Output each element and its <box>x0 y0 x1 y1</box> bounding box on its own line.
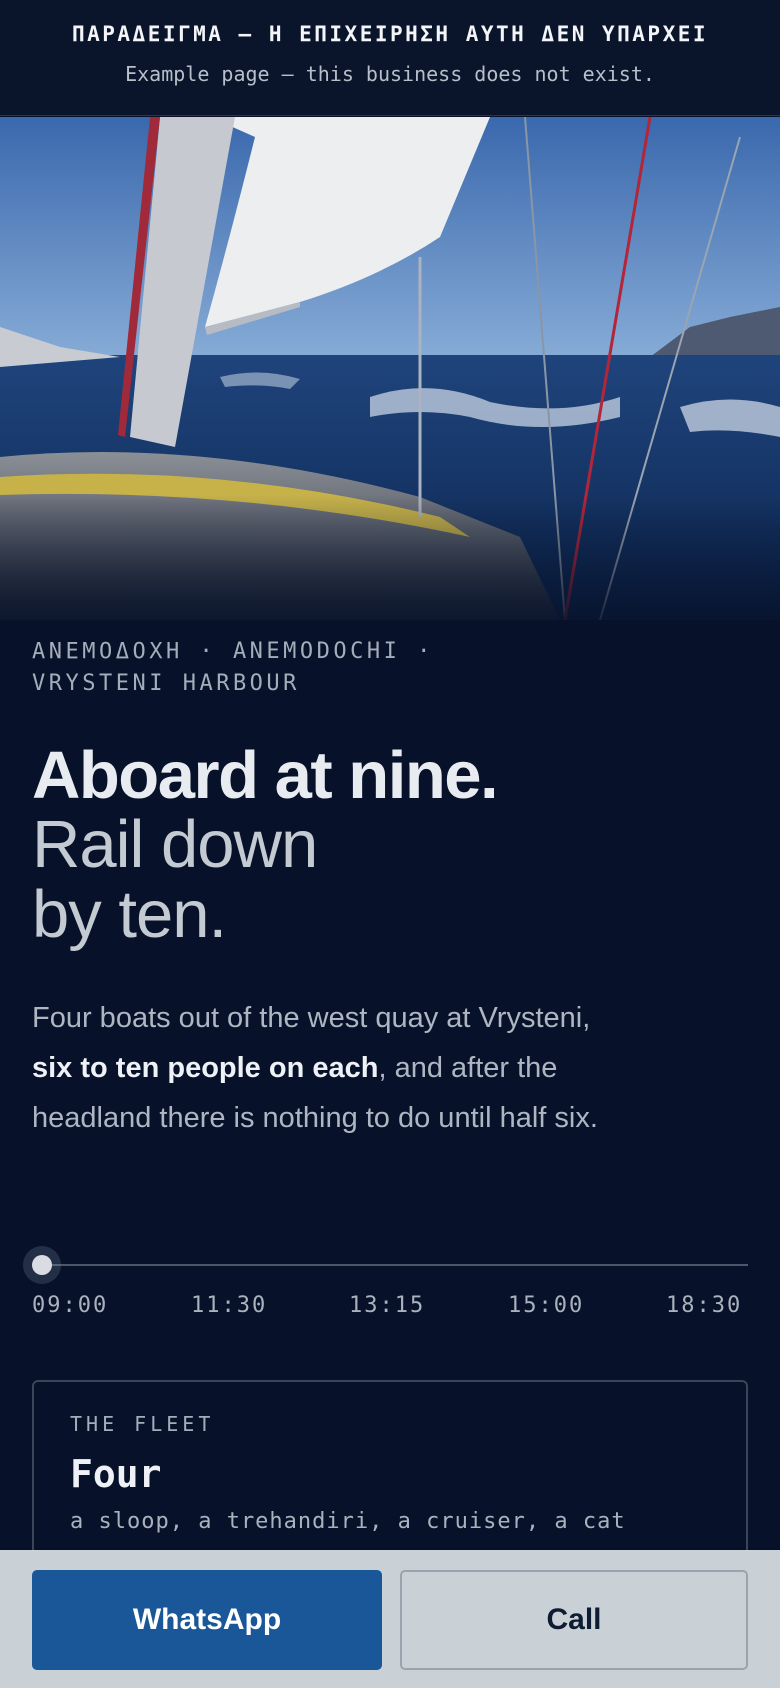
intro-text-before: Four boats out of the west quay at Vryst… <box>32 1002 591 1034</box>
whatsapp-button[interactable]: WhatsApp <box>32 1570 382 1670</box>
hero-image <box>0 117 780 620</box>
call-button[interactable]: Call <box>400 1570 748 1670</box>
disclaimer-subtitle: Example page — this business does not ex… <box>125 62 655 86</box>
intro-paragraph: Four boats out of the west quay at Vryst… <box>32 993 632 1143</box>
headline-line-2: Rail down <box>32 807 318 882</box>
location-kicker: ΑΝΕΜΟΔΟΧΗ · ANEMODOCHI · VRYSTENI HARBOU… <box>32 639 434 696</box>
schedule-timeline-slider[interactable] <box>23 1246 748 1290</box>
fleet-card-value: Four <box>70 1452 162 1496</box>
timeline-knob[interactable] <box>32 1255 52 1275</box>
disclaimer-banner: ΠΑΡΑΔΕΙΓΜΑ — Η ΕΠΙΧΕΙΡΗΣΗ ΑΥΤΗ ΔΕΝ ΥΠΑΡΧ… <box>0 0 780 116</box>
headline-secondary: Rail down by ten. <box>32 807 318 952</box>
fleet-card-description: a sloop, a trehandiri, a cruiser, a cat <box>70 1509 626 1534</box>
timeline-tick: 09:00 <box>32 1293 109 1318</box>
intro-text-bold: six to ten people on each <box>32 1052 379 1084</box>
headline-primary: Aboard at nine. <box>32 738 499 813</box>
timeline-track <box>42 1264 748 1266</box>
disclaimer-title-greek: ΠΑΡΑΔΕΙΓΜΑ — Η ΕΠΙΧΕΙΡΗΣΗ ΑΥΤΗ ΔΕΝ ΥΠΑΡΧ… <box>71 22 708 46</box>
timeline-tick: 15:00 <box>508 1293 585 1318</box>
timeline-tick: 13:15 <box>349 1293 426 1318</box>
sticky-action-bar: WhatsApp Call <box>0 1550 780 1688</box>
fleet-card-label: THE FLEET <box>70 1412 215 1436</box>
timeline-tick: 11:30 <box>191 1293 268 1318</box>
timeline-tick: 18:30 <box>666 1293 743 1318</box>
headline-line-3: by ten. <box>32 877 227 952</box>
sailboat-photo <box>0 117 780 620</box>
